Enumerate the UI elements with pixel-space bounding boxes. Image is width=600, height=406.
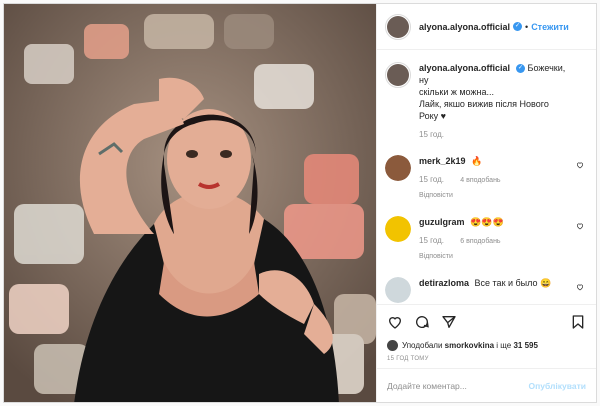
comment-item: guzulgram 😍😍😍 15 год. 6 вподобань Відпов…	[385, 216, 586, 263]
post-comment-button[interactable]: Опублікувати	[529, 381, 586, 391]
post-photo[interactable]	[4, 4, 376, 402]
comment-meta: 15 год. 6 вподобань	[419, 235, 569, 248]
reply-button[interactable]: Відповісти	[419, 251, 569, 263]
heart-icon[interactable]	[576, 283, 584, 291]
caption-avatar[interactable]	[385, 62, 411, 88]
caption-body: alyona.alyona.official ✓ Божечки, ну скіл…	[419, 62, 569, 141]
caption-time[interactable]: 15 год.	[419, 130, 444, 139]
reply-button[interactable]: Відповісти	[419, 190, 569, 202]
comment-body: detirazloma Все так и было 😄	[419, 277, 569, 289]
bookmark-icon[interactable]	[570, 314, 586, 330]
likes-middle: і ще	[496, 340, 512, 350]
add-comment-bar: Додайте коментар... Опублікувати	[377, 368, 596, 402]
caption-text-3: Лайк, якшо вижив після Нового	[419, 99, 549, 109]
comment-input[interactable]: Додайте коментар...	[387, 381, 529, 391]
likes-summary[interactable]: Уподобали smorkovkina і ще 31 595	[377, 338, 596, 352]
comment-meta: 15 год. 4 вподобань	[419, 174, 569, 187]
comment-username[interactable]: detirazloma	[419, 278, 469, 288]
verified-badge-icon: ✓	[513, 22, 523, 31]
comment-username[interactable]: merk_2k19	[419, 156, 466, 166]
comment-text: 🔥	[471, 156, 483, 166]
comment-likes[interactable]: 6 вподобань	[460, 238, 500, 245]
post-timestamp[interactable]: 15 ГОД ТОМУ	[377, 352, 596, 368]
caption-meta: 15 год.	[419, 129, 569, 141]
share-icon[interactable]	[441, 314, 457, 330]
comment-text: 😍😍😍	[470, 217, 504, 227]
post-modal: alyona.alyona.official ✓ • Стежити alyon…	[3, 3, 597, 403]
heart-icon[interactable]	[387, 314, 403, 330]
comment-time[interactable]: 15 год.	[419, 236, 444, 245]
comment-item: merk_2k19 🔥 15 год. 4 вподобань Відповіс…	[385, 155, 586, 202]
photo-illustration	[4, 4, 376, 402]
author-username[interactable]: alyona.alyona.official	[419, 22, 510, 32]
separator-dot: •	[525, 21, 529, 32]
likes-count[interactable]: 31 595	[513, 341, 537, 350]
heart-icon[interactable]	[576, 161, 584, 169]
caption-text-4: Року ♥	[419, 111, 446, 121]
comment-avatar[interactable]	[385, 277, 411, 303]
likes-user[interactable]: smorkovkina	[445, 341, 494, 350]
comment-body: merk_2k19 🔥 15 год. 4 вподобань Відповіс…	[419, 155, 569, 202]
comment-avatar[interactable]	[385, 155, 411, 181]
likes-prefix: Уподобали	[402, 340, 443, 350]
post-sidebar: alyona.alyona.official ✓ • Стежити alyon…	[376, 4, 596, 402]
heart-icon[interactable]	[576, 222, 584, 230]
comment-time[interactable]: 15 год.	[419, 175, 444, 184]
comment-text: Все так и было 😄	[474, 278, 552, 288]
comment-username[interactable]: guzulgram	[419, 217, 465, 227]
liker-avatar	[387, 339, 398, 351]
caption-username[interactable]: alyona.alyona.official	[419, 63, 510, 73]
post-header: alyona.alyona.official ✓ • Стежити	[377, 4, 596, 50]
comments-list[interactable]: alyona.alyona.official ✓ Божечки, ну скіл…	[377, 50, 596, 304]
caption: alyona.alyona.official ✓ Божечки, ну скіл…	[385, 62, 586, 141]
comment-avatar[interactable]	[385, 216, 411, 242]
author-avatar[interactable]	[385, 13, 411, 40]
comment-icon[interactable]	[414, 314, 430, 330]
comment-item: detirazloma Все так и было 😄	[385, 277, 586, 303]
caption-text-2: скільки ж можна...	[419, 87, 494, 97]
comment-body: guzulgram 😍😍😍 15 год. 6 вподобань Відпов…	[419, 216, 569, 263]
comment-likes[interactable]: 4 вподобань	[460, 177, 500, 184]
verified-badge-icon: ✓	[516, 64, 526, 74]
post-actions	[377, 304, 596, 338]
follow-button[interactable]: Стежити	[531, 22, 569, 32]
